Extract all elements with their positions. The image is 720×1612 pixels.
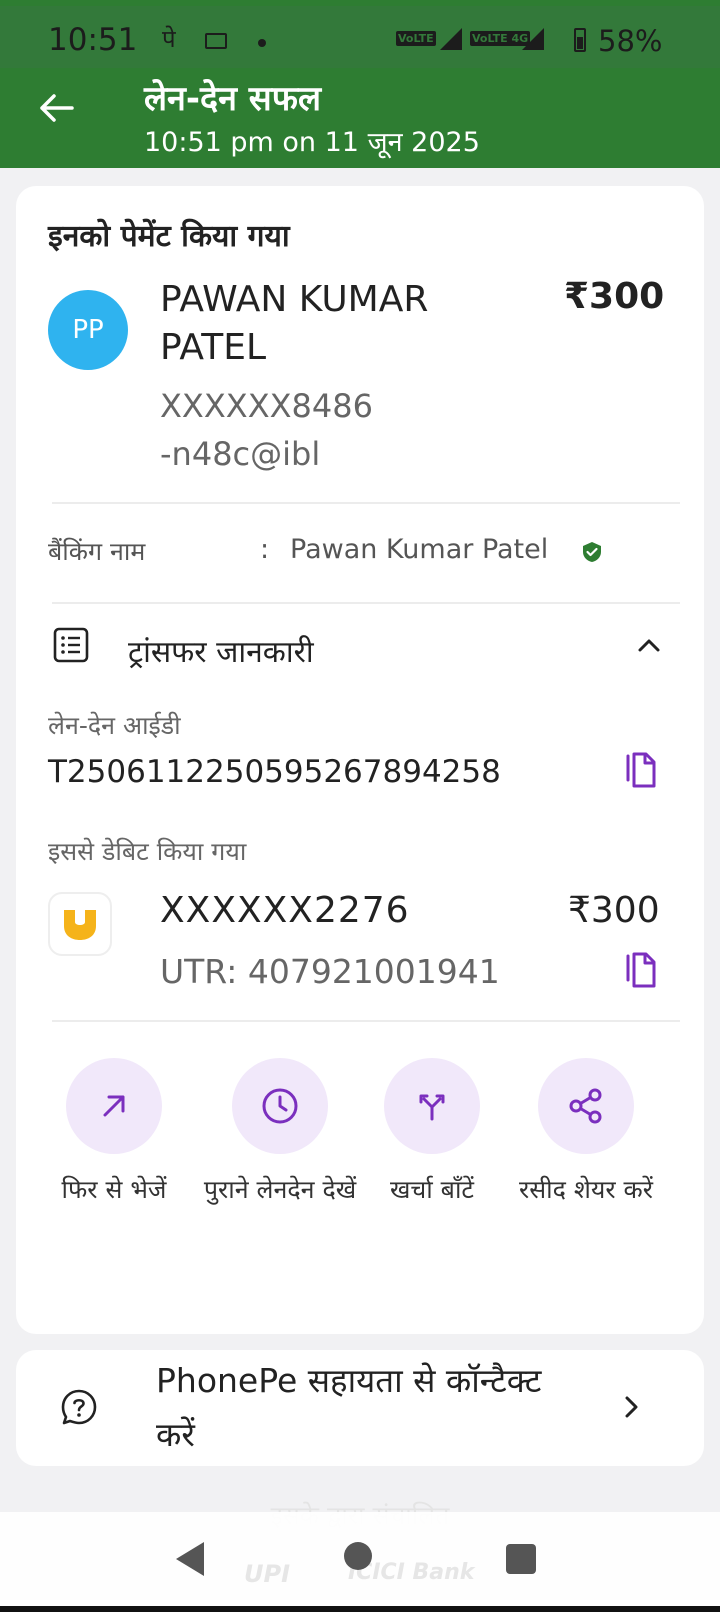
transaction-id-value: T2506112250595267894258 — [48, 754, 501, 790]
status-time: 10:51 — [48, 22, 138, 58]
debited-from-label: इससे डेबिट किया गया — [48, 837, 247, 866]
battery-percent: 58% — [598, 24, 663, 58]
chevron-right-icon[interactable] — [616, 1392, 646, 1422]
view-history-button[interactable]: पुराने लेनदेन देखें — [200, 1058, 360, 1212]
upi-notification-icon — [205, 33, 227, 49]
split-expense-label: खर्चा बाँटें — [389, 1175, 475, 1204]
transfer-details-title[interactable]: ट्रांसफर जानकारी — [128, 630, 314, 671]
nav-home-icon[interactable] — [344, 1542, 372, 1570]
transaction-datetime: 10:51 pm on 11 जून 2025 — [144, 127, 480, 158]
banking-name-label: बैंकिंग नाम — [48, 537, 146, 566]
debit-account-number: XXXXXX2276 — [160, 890, 410, 931]
payee-details: XXXXXX8486 -n48c@ibl — [160, 382, 520, 478]
banking-name-separator: : — [260, 534, 270, 565]
payee-vpa: -n48c@ibl — [160, 435, 321, 473]
phonepe-notification-icon: पे — [162, 25, 176, 53]
share-receipt-label: रसीद शेयर करें — [519, 1175, 653, 1204]
copy-icon[interactable] — [624, 750, 660, 790]
bottom-edge — [0, 1606, 720, 1612]
app-header: 10:51 पे VoLTE VoLTE 4G 58% लेन-देन सफल … — [0, 0, 720, 168]
nav-recents-icon[interactable] — [506, 1544, 536, 1574]
view-history-label: पुराने लेनदेन देखें — [203, 1175, 357, 1204]
back-arrow-icon[interactable] — [36, 88, 76, 128]
list-details-icon — [53, 627, 89, 663]
help-question-icon — [61, 1389, 97, 1425]
contact-support-text[interactable]: PhonePe सहायता से कॉन्टैक्ट करें — [156, 1354, 556, 1462]
send-again-label: फिर से भेजें — [61, 1175, 167, 1204]
battery-icon — [574, 28, 586, 52]
volte-icon: VoLTE — [396, 31, 436, 46]
contact-support-card[interactable]: PhonePe सहायता से कॉन्टैक्ट करें — [16, 1350, 704, 1466]
payment-amount: ₹300 — [564, 276, 665, 317]
split-expense-button[interactable]: खर्चा बाँटें — [352, 1058, 512, 1212]
avatar: PP — [48, 290, 128, 370]
transaction-card: इनको पेमेंट किया गया PP PAWAN KUMAR PATE… — [16, 186, 704, 1334]
signal-icon — [522, 28, 544, 50]
copy-icon[interactable] — [624, 950, 660, 990]
upi-logo: UPI — [244, 1560, 291, 1588]
page-title: लेन-देन सफल — [144, 79, 322, 119]
bank-logo — [48, 892, 112, 956]
arrow-up-right-icon — [103, 1095, 125, 1117]
payee-name: PAWAN KUMAR PATEL — [160, 279, 429, 368]
share-receipt-button[interactable]: रसीद शेयर करें — [506, 1058, 666, 1212]
status-bar: 10:51 पे VoLTE VoLTE 4G 58% — [0, 6, 720, 68]
debit-amount: ₹300 — [568, 890, 660, 931]
pnb-logo-icon — [64, 910, 96, 940]
chevron-up-icon[interactable] — [634, 630, 664, 660]
divider — [52, 1020, 680, 1022]
split-icon — [419, 1094, 445, 1121]
verified-shield-icon — [583, 542, 601, 562]
signal-icon — [440, 28, 462, 50]
clock-icon — [262, 1088, 298, 1124]
paid-to-heading: इनको पेमेंट किया गया — [48, 219, 290, 254]
utr-number: UTR: 407921001941 — [160, 952, 500, 991]
nav-back-icon[interactable] — [176, 1542, 204, 1576]
transaction-id-label: लेन-देन आईडी — [48, 711, 181, 740]
banking-name-value: Pawan Kumar Patel — [290, 534, 549, 565]
payee-account: XXXXXX8486 — [160, 387, 373, 425]
divider — [52, 502, 680, 504]
share-icon — [569, 1088, 602, 1124]
send-again-button[interactable]: फिर से भेजें — [34, 1058, 194, 1212]
divider — [52, 602, 680, 604]
notification-dot-icon — [258, 39, 266, 47]
